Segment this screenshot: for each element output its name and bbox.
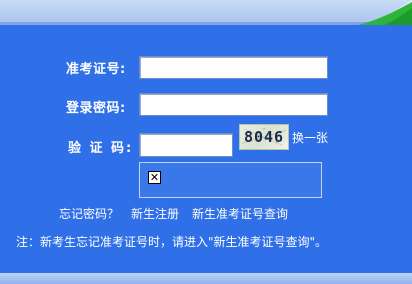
refresh-captcha-link[interactable]: 换一张 <box>292 129 328 146</box>
captcha-input[interactable] <box>139 133 233 157</box>
ticket-number-input[interactable] <box>139 56 328 79</box>
captcha-label: 验 证 码: <box>68 141 134 156</box>
bottom-band <box>0 273 412 284</box>
header-decoration <box>282 0 412 26</box>
ticket-number-label: 准考证号: <box>66 62 126 77</box>
image-placeholder-box: ✕ <box>139 162 322 198</box>
forgot-password-link[interactable]: 忘记密码？ <box>59 205 119 222</box>
new-student-query-link[interactable]: 新生准考证号查询 <box>192 205 288 222</box>
broken-image-icon: ✕ <box>148 171 161 184</box>
password-input[interactable] <box>139 93 328 116</box>
captcha-image[interactable]: 8046 <box>239 124 289 150</box>
new-student-register-link[interactable]: 新生注册 <box>131 205 179 222</box>
captcha-text: 8046 <box>243 128 285 146</box>
notice-text: 注：新考生忘记准考证号时，请进入"新生准考证号查询"。 <box>16 235 328 249</box>
password-label: 登录密码: <box>66 101 126 116</box>
